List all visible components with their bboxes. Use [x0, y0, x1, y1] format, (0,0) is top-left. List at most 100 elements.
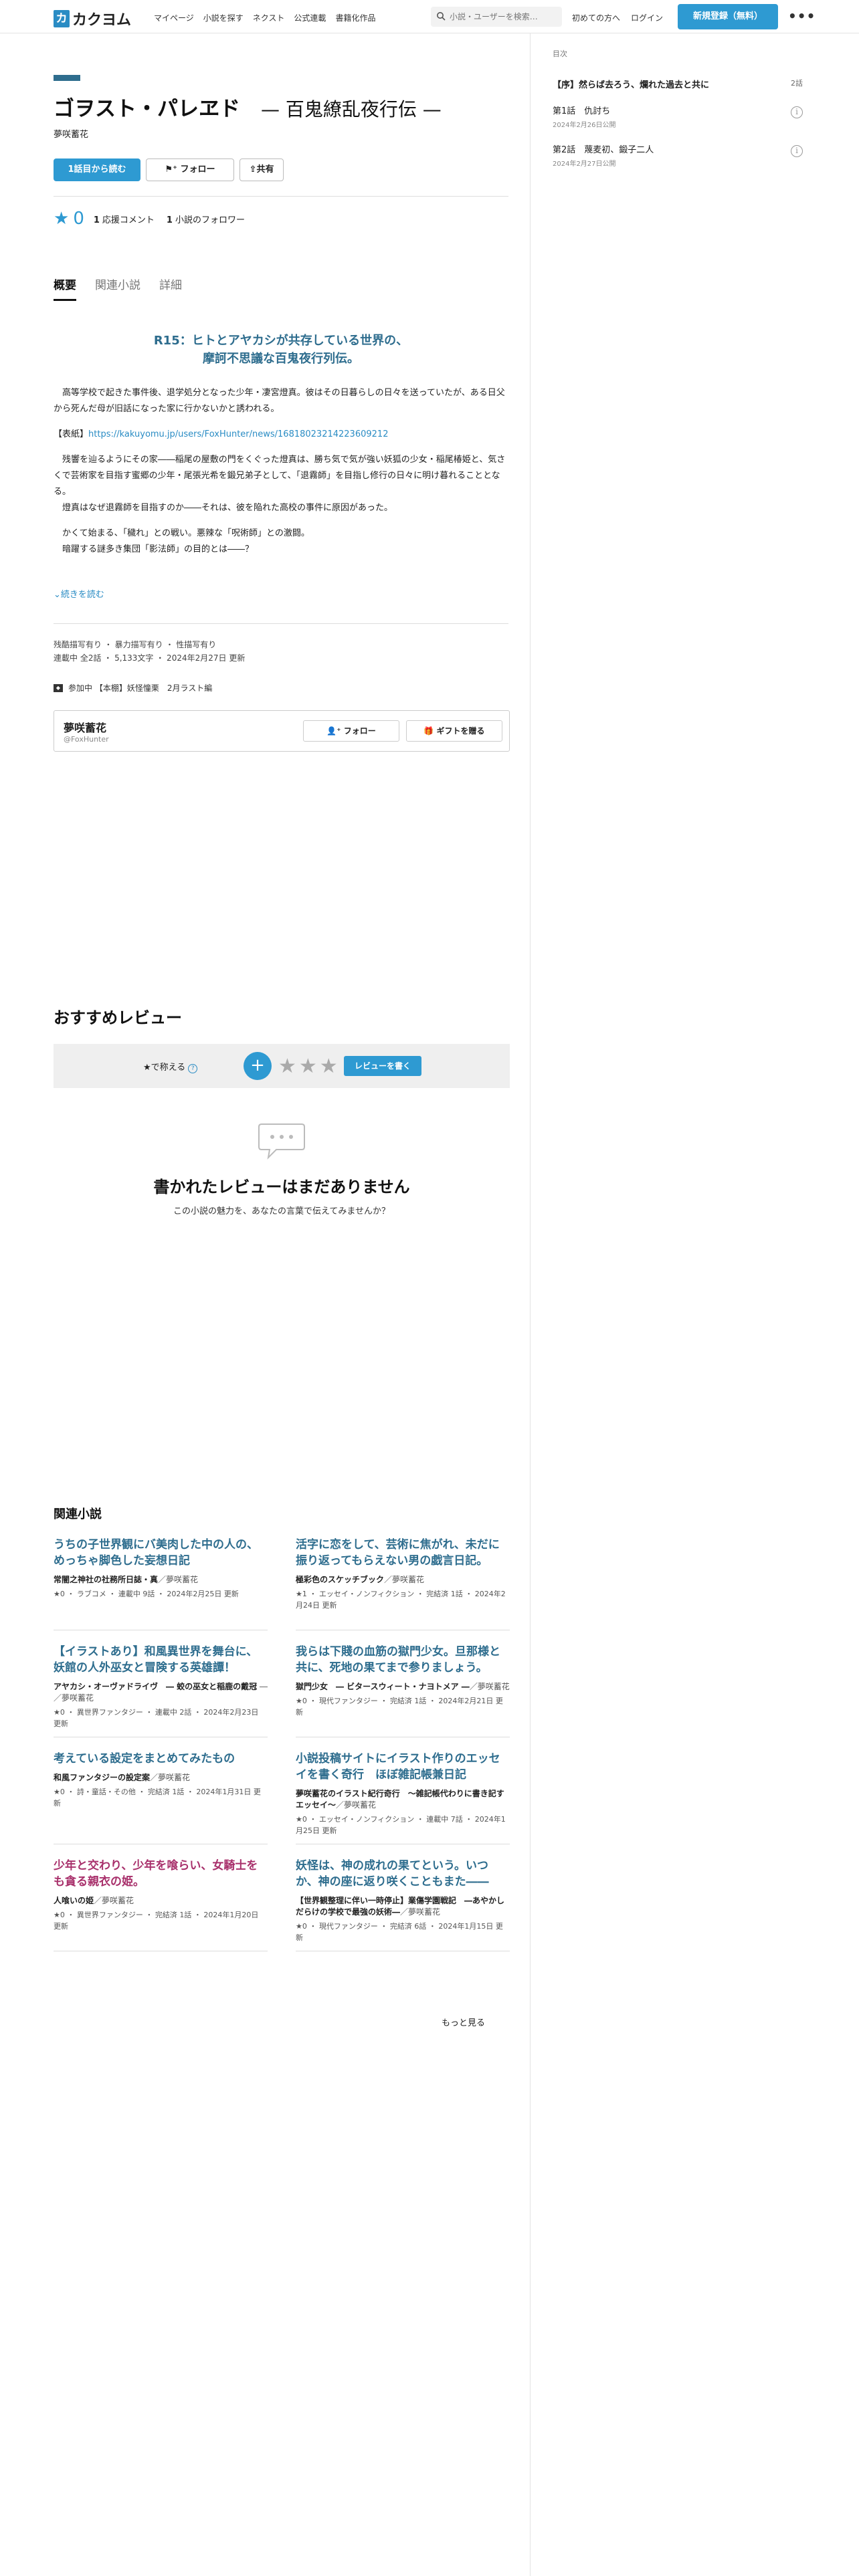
- speech-bubble-icon: [258, 1123, 305, 1160]
- nav-next[interactable]: ネクスト: [253, 12, 285, 23]
- follow-author-button[interactable]: 👤⁺ フォロー: [303, 720, 399, 742]
- related-title: 極彩色のスケッチブック／夢咲蓄花: [296, 1574, 510, 1586]
- catchphrase-line: 摩訶不思議な百鬼夜行列伝。: [203, 352, 359, 366]
- work-header: ゴヲスト・パレヱド — 百鬼繚乱夜行伝 — 夢咲蓄花 1話目から読む ⚑⁺ フォ…: [54, 75, 508, 229]
- site-logo[interactable]: カ カクヨム: [54, 8, 131, 29]
- read-more-label: 続きを読む: [60, 590, 104, 600]
- related-card[interactable]: 【イラストあり】和風異世界を舞台に、妖館の人外巫女と冒険する英雄譚！ アヤカシ・…: [54, 1644, 268, 1737]
- intro-paragraph: 高等学校で起きた事件後、退学処分となった少年・凄宮燈真。彼はその日暮らしの日々を…: [54, 388, 505, 414]
- chevron-down-icon: ⌄: [54, 590, 61, 600]
- praise-text: ★で称える: [143, 1063, 186, 1073]
- related-catchphrase: 我らは下賤の血筋の獄門少女。旦那様と共に、死地の果てまで参りましょう。: [296, 1645, 500, 1675]
- read-more-link[interactable]: ⌄続きを読む: [54, 587, 104, 600]
- related-card[interactable]: うちの子世界観にバ美肉した中の人の、めっちゃ脚色した妄想日記 常闇之神社の社務所…: [54, 1537, 268, 1630]
- related-meta: ★0 ・ ラブコメ ・ 連載中 9話 ・ 2024年2月25日 更新: [54, 1590, 239, 1598]
- follower-count-num: 1: [166, 215, 173, 225]
- star-icon[interactable]: ★: [54, 209, 69, 229]
- bookmark-plus-icon: ⚑⁺: [165, 165, 181, 175]
- gift-label: ギフトを贈る: [436, 726, 485, 736]
- related-title: 獄門少女 ― ビタースウィート・ナヨトメア ―／夢咲蓄花: [296, 1681, 510, 1693]
- praise-label: ★で称える?: [143, 1060, 198, 1073]
- work-title[interactable]: ゴヲスト・パレヱド — 百鬼繚乱夜行伝 —: [54, 94, 508, 124]
- related-title-text: 和風ファンタジーの設定案: [54, 1773, 151, 1782]
- catchphrase-line: R15：ヒトとアヤカシが共存している世界の、: [153, 334, 409, 348]
- tab-related[interactable]: 関連小説: [95, 276, 140, 301]
- toc-episode[interactable]: 第2話 蔑麦初、鍛子二人 2024年2月27日公開 i: [553, 142, 803, 168]
- related-card[interactable]: 活字に恋をして、芸術に焦がれ、未だに振り返ってもらえない男の戯言日記。 極彩色の…: [296, 1537, 510, 1630]
- info-icon[interactable]: i: [791, 145, 803, 157]
- star-rating[interactable]: ★★★: [278, 1055, 341, 1078]
- intro-paragraph: 燈真はなぜ退霧師を目指すのか――それは、彼を陥れた高校の事件に原因があった。: [54, 503, 393, 513]
- search-box[interactable]: [431, 7, 562, 27]
- related-title: アヤカシ・オーヴァドライヴ ― 蛟の巫女と稲鹿の戴冠 ―／夢咲蓄花: [54, 1681, 268, 1704]
- work-author[interactable]: 夢咲蓄花: [54, 127, 508, 140]
- related-author: ／夢咲蓄花: [336, 1800, 377, 1810]
- gift-button[interactable]: 🎁 ギフトを贈る: [406, 720, 502, 742]
- contest-entry[interactable]: ◆ 参加中 【本棚】妖怪憧栗 2月ラスト編: [54, 682, 212, 693]
- toc-chapter-title: 【序】然らば去ろう、爛れた過去と共に: [553, 80, 710, 90]
- related-title-text: 極彩色のスケッチブック: [296, 1575, 385, 1584]
- follower-count[interactable]: 1 小説のフォロワー: [167, 213, 248, 225]
- related-author: ／夢咲蓄花: [400, 1907, 441, 1917]
- nav-books[interactable]: 書籍化作品: [335, 12, 375, 23]
- first-visit-link[interactable]: 初めての方へ: [572, 12, 620, 23]
- related-card[interactable]: 小説投稿サイトにイラスト作りのエッセイを書く奇行 ほぼ雑記帳兼日記 夢咲蓄花のイ…: [296, 1751, 510, 1844]
- episode-date: 2024年2月27日公開: [553, 160, 616, 168]
- work-subtitle: — 百鬼繚乱夜行伝 —: [261, 98, 442, 120]
- write-review-button[interactable]: レビューを書く: [344, 1056, 421, 1076]
- intro-paragraph: 【表紙】https://kakuyomu.jp/users/FoxHunter/…: [54, 427, 508, 443]
- signup-button[interactable]: 新規登録（無料）: [678, 4, 778, 29]
- comment-count[interactable]: 1 応援コメント: [94, 213, 157, 225]
- related-meta: ★0 ・ 現代ファンタジー ・ 完結済 6話 ・ 2024年1月15日 更新: [296, 1922, 503, 1942]
- related-title-text: 夢咲蓄花のイラスト紀行奇行 ～雑記帳代わりに書き記すエッセイ～: [296, 1789, 504, 1810]
- toc-episode[interactable]: 第1話 仇討ち 2024年2月26日公開 i: [553, 104, 803, 129]
- related-author: ／夢咲蓄花: [384, 1575, 425, 1584]
- more-menu-icon[interactable]: •••: [788, 8, 816, 24]
- read-first-episode-button[interactable]: 1話目から読む: [54, 158, 140, 181]
- related-heading: 関連小説: [54, 1507, 102, 1521]
- genre-color-bar: [54, 75, 80, 81]
- nav-mypage[interactable]: マイページ: [154, 12, 194, 23]
- related-title-text: 獄門少女 ― ビタースウィート・ナヨトメア ―: [296, 1682, 470, 1691]
- reviews-section: おすすめレビュー ★で称える? + ★★★ レビューを書く 書かれたレビューはま…: [54, 1004, 510, 1216]
- related-catchphrase: うちの子世界観にバ美肉した中の人の、めっちゃ脚色した妄想日記: [54, 1538, 258, 1568]
- login-link[interactable]: ログイン: [631, 12, 663, 23]
- info-icon[interactable]: i: [791, 106, 803, 118]
- toc-chapter[interactable]: 【序】然らば去ろう、爛れた過去と共に 2話: [553, 78, 803, 90]
- work-meta: 残酷描写有り ・ 暴力描写有り ・ 性描写有り 連載中 全2話 ・ 5,133文…: [54, 638, 245, 665]
- column-divider: [530, 33, 531, 2576]
- related-card[interactable]: 我らは下賤の血筋の獄門少女。旦那様と共に、死地の果てまで参りましょう。 獄門少女…: [296, 1644, 510, 1737]
- related-card[interactable]: 考えている設定をまとめてみたもの 和風ファンタジーの設定案／夢咲蓄花 ★0 ・ …: [54, 1751, 268, 1844]
- empty-reviews: 書かれたレビューはまだありません この小説の魅力を、あなたの言葉で伝えてみません…: [54, 1121, 510, 1216]
- contest-icon: ◆: [54, 683, 63, 692]
- related-novels: 関連小説 うちの子世界観にバ美肉した中の人の、めっちゃ脚色した妄想日記 常闇之神…: [54, 1505, 510, 1965]
- intro-paragraph: かくて始まる、「穢れ」との戦い。悪辣な「呪術師」との激闘。: [54, 528, 310, 538]
- search-icon: [437, 12, 446, 21]
- tab-summary[interactable]: 概要: [54, 276, 76, 301]
- related-card[interactable]: 妖怪は、神の成れの果てという。いつか、神の座に返り咲くこともまた―― 【世界観整…: [296, 1858, 510, 1951]
- nav-search-novels[interactable]: 小説を探す: [203, 12, 244, 23]
- related-meta: ★0 ・ 異世界ファンタジー ・ 連載中 2話 ・ 2024年2月23日 更新: [54, 1708, 259, 1728]
- related-title-text: アヤカシ・オーヴァドライヴ ― 蛟の巫女と稲鹿の戴冠: [54, 1682, 258, 1691]
- related-title-text: 常闇之神社の社務所日誌・真: [54, 1575, 159, 1584]
- search-input[interactable]: [450, 7, 557, 27]
- cover-link[interactable]: https://kakuyomu.jp/users/FoxHunter/news…: [88, 429, 388, 439]
- cover-label: 【表紙】: [54, 429, 89, 439]
- follower-count-label: 小説のフォロワー: [175, 215, 245, 225]
- table-of-contents: 目次 【序】然らば去ろう、爛れた過去と共に 2話 第1話 仇討ち 2024年2月…: [553, 48, 803, 168]
- help-icon[interactable]: ?: [188, 1064, 198, 1073]
- add-star-button[interactable]: +: [244, 1052, 272, 1080]
- follow-work-button[interactable]: ⚑⁺ フォロー: [146, 158, 234, 181]
- related-card[interactable]: 少年と交わり、少年を喰らい、女騎士をも貪る親衣の姫。 人喰いの姫／夢咲蓄花 ★0…: [54, 1858, 268, 1951]
- share-button[interactable]: ⇪共有: [240, 158, 284, 181]
- content-warnings: 残酷描写有り ・ 暴力描写有り ・ 性描写有り: [54, 640, 217, 649]
- empty-reviews-subtitle: この小説の魅力を、あなたの言葉で伝えてみませんか？: [173, 1206, 390, 1216]
- more-related-link[interactable]: もっと見る: [442, 2016, 485, 2028]
- nav-official[interactable]: 公式連載: [294, 12, 326, 23]
- author-name[interactable]: 夢咲蓄花: [64, 719, 106, 735]
- related-title: 常闇之神社の社務所日誌・真／夢咲蓄花: [54, 1574, 268, 1586]
- related-meta: ★0 ・ 現代ファンタジー ・ 完結済 1話 ・ 2024年2月21日 更新: [296, 1697, 503, 1717]
- tab-details[interactable]: 詳細: [159, 276, 182, 301]
- toc-label: 目次: [553, 49, 567, 58]
- related-title: 和風ファンタジーの設定案／夢咲蓄花: [54, 1772, 268, 1784]
